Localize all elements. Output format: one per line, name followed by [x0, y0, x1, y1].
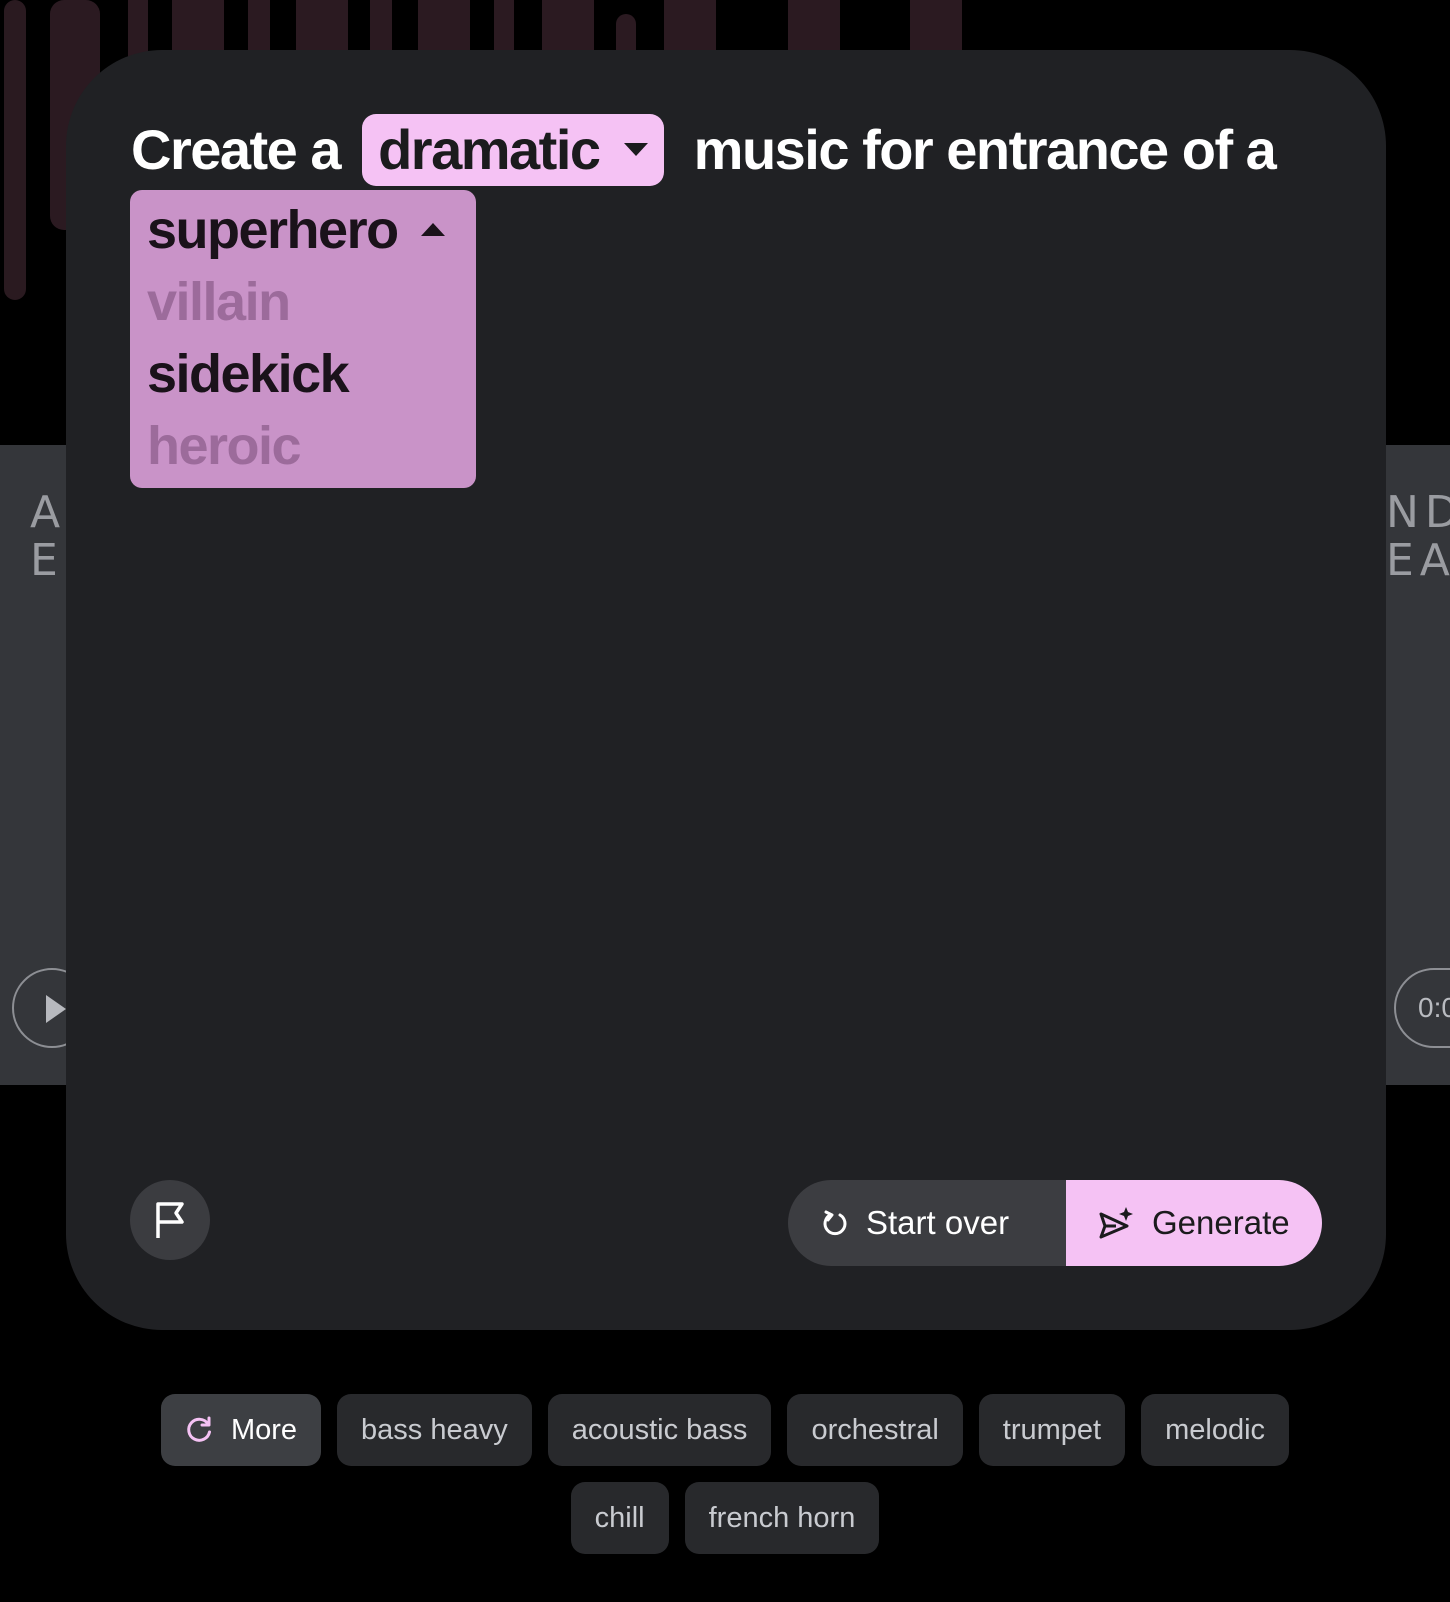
restart-icon — [823, 1210, 847, 1236]
carousel-card-right-title: ND EA — [1386, 487, 1450, 586]
start-over-label: Start over — [866, 1204, 1010, 1241]
mood-select-value: dramatic — [378, 118, 601, 181]
tag-chip[interactable]: trumpet — [978, 1394, 1126, 1466]
prompt-middle: music for entrance of a — [693, 118, 1277, 181]
tag-chip[interactable]: bass heavy — [337, 1394, 532, 1466]
tag-chip[interactable]: chill — [570, 1482, 669, 1554]
generate-button[interactable]: Generate — [1066, 1180, 1322, 1266]
caret-up-icon — [421, 222, 446, 236]
prompt-card: Create a dramatic music for entrance of … — [66, 50, 1386, 1330]
action-buttons: Start over Generate — [788, 1180, 1322, 1266]
more-label: More — [230, 1414, 298, 1446]
dropdown-option-heroic[interactable]: heroic — [130, 410, 476, 482]
caret-down-icon — [623, 143, 648, 157]
prompt-sentence: Create a dramatic music for entrance of … — [131, 114, 1331, 186]
send-sparkle-icon — [1099, 1207, 1133, 1239]
carousel-card-left-title: A E — [30, 487, 67, 586]
flag-icon — [156, 1202, 184, 1238]
dropdown-option-superhero[interactable]: superhero — [130, 194, 476, 266]
more-suggestions-button[interactable]: More — [160, 1394, 322, 1466]
tag-chip[interactable]: french horn — [684, 1482, 880, 1554]
refresh-icon — [187, 1416, 211, 1442]
start-over-button[interactable]: Start over — [788, 1180, 1066, 1266]
dropdown-option-sidekick[interactable]: sidekick — [130, 338, 476, 410]
generate-label: Generate — [1152, 1204, 1290, 1241]
tag-chip[interactable]: acoustic bass — [547, 1394, 772, 1466]
mood-select[interactable]: dramatic — [362, 114, 664, 186]
prompt-prefix: Create a — [131, 118, 342, 181]
report-button[interactable] — [130, 1180, 210, 1260]
dropdown-option-villain[interactable]: villain — [130, 266, 476, 338]
track-time[interactable]: 0:0 — [1394, 968, 1450, 1048]
tag-chip[interactable]: orchestral — [787, 1394, 963, 1466]
character-dropdown[interactable]: superhero villain sidekick heroic — [130, 190, 476, 488]
play-icon — [46, 995, 66, 1023]
tag-chip[interactable]: melodic — [1141, 1394, 1290, 1466]
suggestion-chips: More bass heavy acoustic bass orchestral… — [125, 1394, 1325, 1554]
